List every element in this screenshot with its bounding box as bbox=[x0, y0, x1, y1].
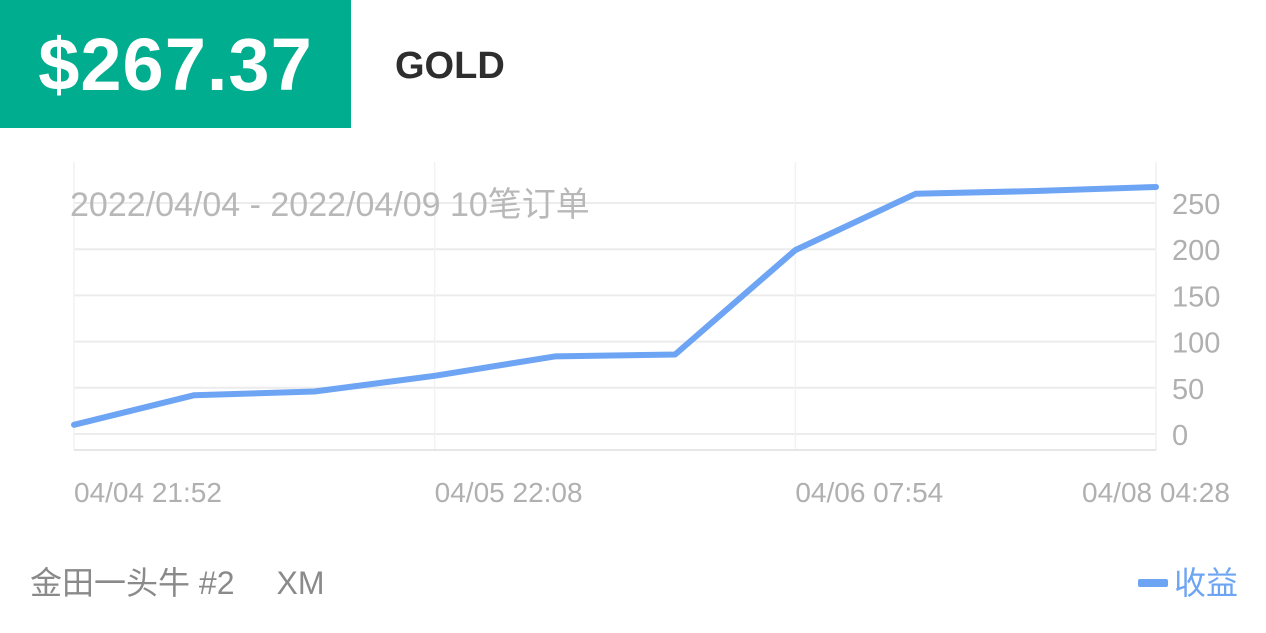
x-tick-label: 04/08 04:28 bbox=[1082, 477, 1230, 508]
symbol-label: GOLD bbox=[395, 45, 505, 87]
y-tick-label: 200 bbox=[1172, 235, 1220, 267]
profit-badge: $267.37 bbox=[0, 0, 351, 128]
x-tick-label: 04/06 07:54 bbox=[795, 477, 943, 508]
y-tick-label: 0 bbox=[1172, 420, 1188, 452]
profit-chart: 2022/04/04 - 2022/04/09 10笔订单 0 50 100 150 20… bbox=[0, 150, 1266, 530]
legend-label: 收益 bbox=[1173, 565, 1238, 601]
account-name: 金田一头牛 #2 bbox=[30, 565, 235, 601]
x-tick-label: 04/04 21:52 bbox=[74, 477, 222, 508]
chart-legend[interactable]: 收益 bbox=[1137, 563, 1238, 603]
chart-annotation: 2022/04/04 - 2022/04/09 10笔订单 bbox=[70, 186, 590, 224]
profit-value: $267.37 bbox=[38, 22, 313, 106]
legend-swatch-icon bbox=[1137, 579, 1168, 587]
y-tick-label: 100 bbox=[1172, 328, 1220, 360]
y-tick-label: 150 bbox=[1172, 281, 1220, 313]
y-tick-label: 50 bbox=[1172, 374, 1204, 406]
profit-line-chart: 2022/04/04 - 2022/04/09 10笔订单 0 50 100 150 20… bbox=[70, 162, 1230, 508]
broker-name: XM bbox=[276, 565, 325, 601]
account-info: 金田一头牛 #2 XM bbox=[30, 563, 325, 603]
x-tick-label: 04/05 22:08 bbox=[435, 477, 583, 508]
y-tick-label: 250 bbox=[1172, 189, 1220, 221]
